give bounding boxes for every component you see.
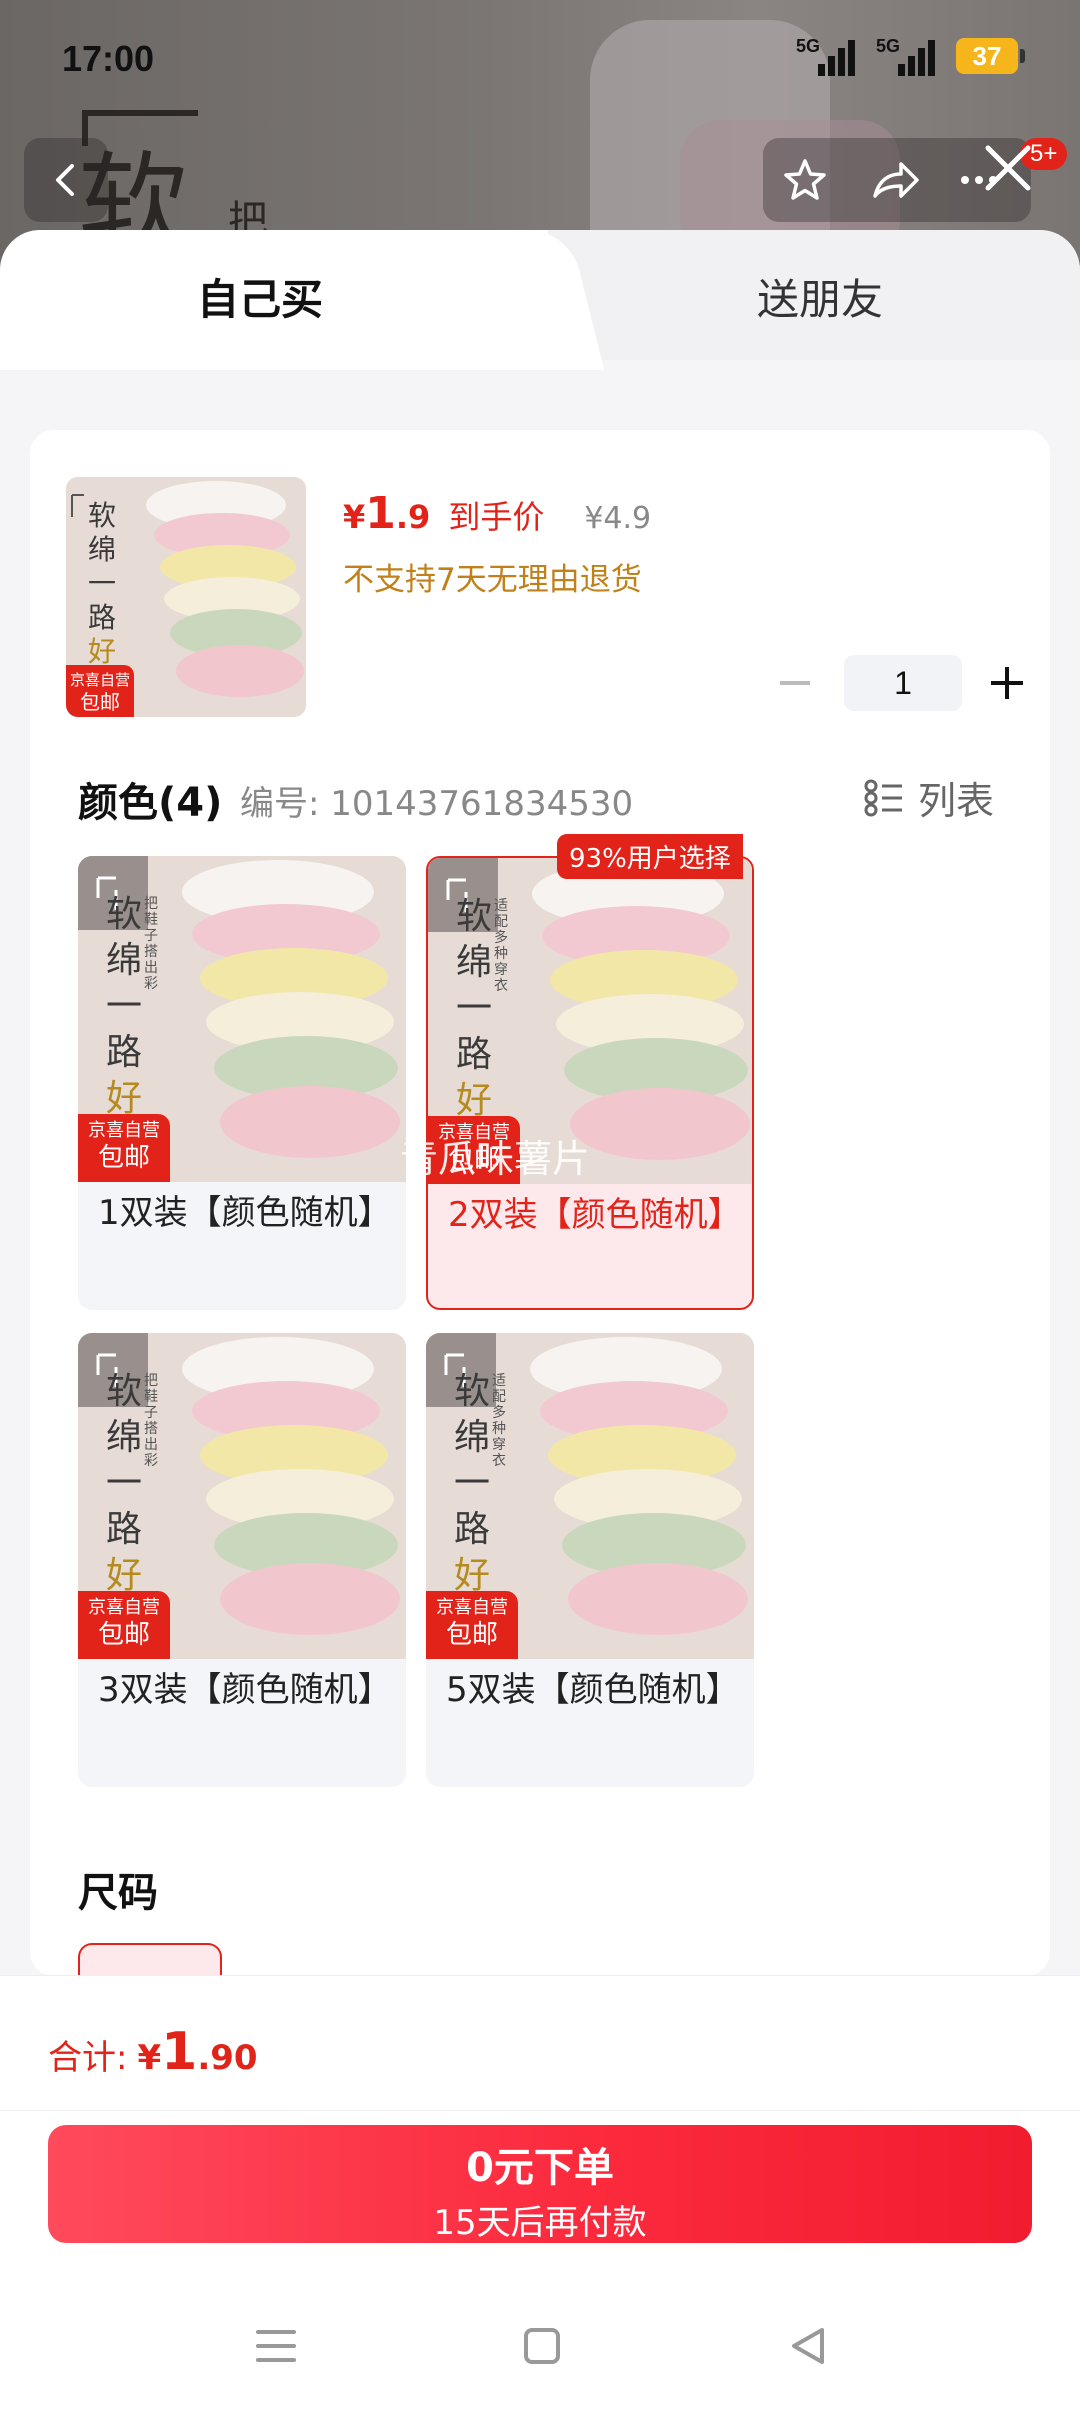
price-tag: 到手价	[448, 498, 545, 536]
total-decimal: .90	[197, 2038, 258, 2078]
price-symbol: ¥	[343, 498, 366, 536]
variant-label: 3双装【颜色随机】	[98, 1670, 392, 1710]
total-label: 合计:	[48, 2038, 128, 2078]
variant-text-4: 路	[456, 1034, 493, 1075]
variant-badge-top: 京喜自营	[88, 1597, 160, 1618]
status-time: 17:00	[62, 38, 155, 79]
product-code: 编号: 10143761834530	[240, 784, 634, 824]
back-button[interactable]	[24, 138, 108, 222]
variant-text-4: 路	[106, 1032, 143, 1073]
variant-text-2: 绵	[106, 1417, 143, 1458]
variant-label: 5双装【颜色随机】	[446, 1670, 740, 1710]
variant-text-1: 软	[454, 1371, 491, 1412]
variant-badge-bottom: 包邮	[97, 1620, 150, 1650]
variant-text-3: 一	[454, 1463, 491, 1504]
variant-text-2: 绵	[454, 1417, 491, 1458]
minus-icon[interactable]	[770, 658, 820, 708]
variant-text-1: 软	[106, 1371, 143, 1412]
variant-label: 2双装【颜色随机】	[448, 1195, 742, 1235]
product-thumbnail[interactable]: 软 绵 一 路 好 京喜自营 包邮	[66, 477, 306, 717]
size-section-title: 尺码	[78, 1870, 158, 1916]
home-icon[interactable]	[524, 2328, 560, 2364]
variant-badge-top: 京喜自营	[436, 1597, 508, 1618]
variant-image: 软 绵 一 路 好 适配多种穿衣 京喜自营 包邮	[426, 1333, 754, 1659]
footer-divider	[0, 2110, 1080, 2111]
battery-icon: 37	[956, 38, 1025, 74]
variant-badge-bottom: 包邮	[445, 1620, 498, 1650]
variant-text-4: 路	[454, 1509, 491, 1550]
variant-option-3[interactable]: 软 绵 一 路 好 把鞋子搭出彩 京喜自营 包邮 3双装【颜色随机】	[78, 1333, 406, 1787]
thumb-text-1: 软	[88, 499, 117, 532]
quantity-field[interactable]: 1	[844, 655, 962, 711]
thumb-text-4: 路	[88, 601, 117, 634]
signal-icon: 5G	[796, 36, 855, 76]
variant-text-3: 一	[106, 1463, 143, 1504]
signal-label-2: 5G	[876, 36, 901, 56]
price-integer: 1	[365, 488, 396, 539]
popular-choice-badge: 93%用户选择	[557, 834, 743, 879]
thumb-text-2: 绵	[88, 533, 117, 566]
status-icons: 5G 5G 37	[796, 36, 1025, 76]
variant-text-1: 软	[456, 896, 493, 937]
star-icon[interactable]	[781, 156, 829, 204]
list-view-label: 列表	[918, 779, 995, 823]
menu-icon[interactable]	[256, 2328, 296, 2364]
signal-icon-2: 5G	[876, 36, 935, 76]
signal-label: 5G	[796, 36, 821, 56]
triangle-back-icon[interactable]	[788, 2326, 828, 2366]
variant-label: 1双装【颜色随机】	[98, 1193, 392, 1233]
variant-side-text: 把鞋子搭出彩	[144, 896, 158, 992]
plus-icon[interactable]	[982, 658, 1032, 708]
variant-text-2: 绵	[106, 940, 143, 981]
variant-text-3: 一	[106, 986, 143, 1027]
thumb-text-3: 一	[88, 567, 117, 600]
zero-down-order-button[interactable]: 0元下单 15天后再付款	[48, 2125, 1032, 2243]
variant-option-4[interactable]: 软 绵 一 路 好 适配多种穿衣 京喜自营 包邮 5双装【颜色随机】	[426, 1333, 754, 1787]
variant-option-2[interactable]: 软 绵 一 路 好 适配多种穿衣 京喜自营 包邮 2双装【颜色随机】	[426, 856, 754, 1310]
variant-text-3: 一	[456, 988, 493, 1029]
variant-badge-bottom: 包邮	[97, 1143, 150, 1173]
thumb-badge-bottom: 包邮	[80, 690, 120, 714]
variant-text-2: 绵	[456, 942, 493, 983]
total-symbol: ¥	[137, 2038, 162, 2078]
price-block: ¥ 1 .9 到手价 ¥4.9	[343, 488, 651, 539]
price-decimal: .9	[395, 498, 431, 536]
total-integer: 1	[161, 2022, 198, 2082]
quantity-stepper: 1	[770, 655, 1032, 711]
variant-side-text: 适配多种穿衣	[494, 898, 508, 994]
variant-option-1[interactable]: 软 绵 一 路 好 把鞋子搭出彩 京喜自营 包邮 1双装【颜色随机】	[78, 856, 406, 1310]
share-icon[interactable]	[869, 156, 921, 204]
variant-image: 软 绵 一 路 好 把鞋子搭出彩 京喜自营 包邮	[78, 856, 406, 1182]
original-price: ¥4.9	[584, 501, 652, 536]
variant-image: 软 绵 一 路 好 把鞋子搭出彩 京喜自营 包邮	[78, 1333, 406, 1659]
list-view-icon	[864, 779, 902, 816]
list-view-toggle[interactable]: 列表	[864, 770, 994, 825]
chevron-left-icon	[56, 164, 74, 196]
variant-side-text: 把鞋子搭出彩	[144, 1373, 158, 1469]
order-total: 合计: ¥ 1 .90	[48, 2022, 258, 2082]
watermark-text: 青瓜味薯片	[400, 1137, 591, 1181]
variant-text-1: 软	[106, 894, 143, 935]
close-icon[interactable]	[978, 138, 1038, 198]
variant-text-4: 路	[106, 1509, 143, 1550]
color-section-title: 颜色(4)	[78, 780, 223, 826]
tab-gift-friend[interactable]: 送朋友	[560, 266, 1080, 327]
variant-side-text: 适配多种穿衣	[492, 1373, 506, 1469]
order-button-subtitle: 15天后再付款	[433, 2203, 647, 2243]
thumb-text-5: 好	[88, 635, 117, 668]
order-button-title: 0元下单	[466, 2145, 614, 2191]
return-policy: 不支持7天无理由退货	[343, 562, 642, 598]
thumb-badge-top: 京喜自营	[69, 671, 130, 689]
variant-badge-top: 京喜自营	[88, 1120, 160, 1141]
tab-buy-self[interactable]: 自己买	[0, 266, 520, 327]
